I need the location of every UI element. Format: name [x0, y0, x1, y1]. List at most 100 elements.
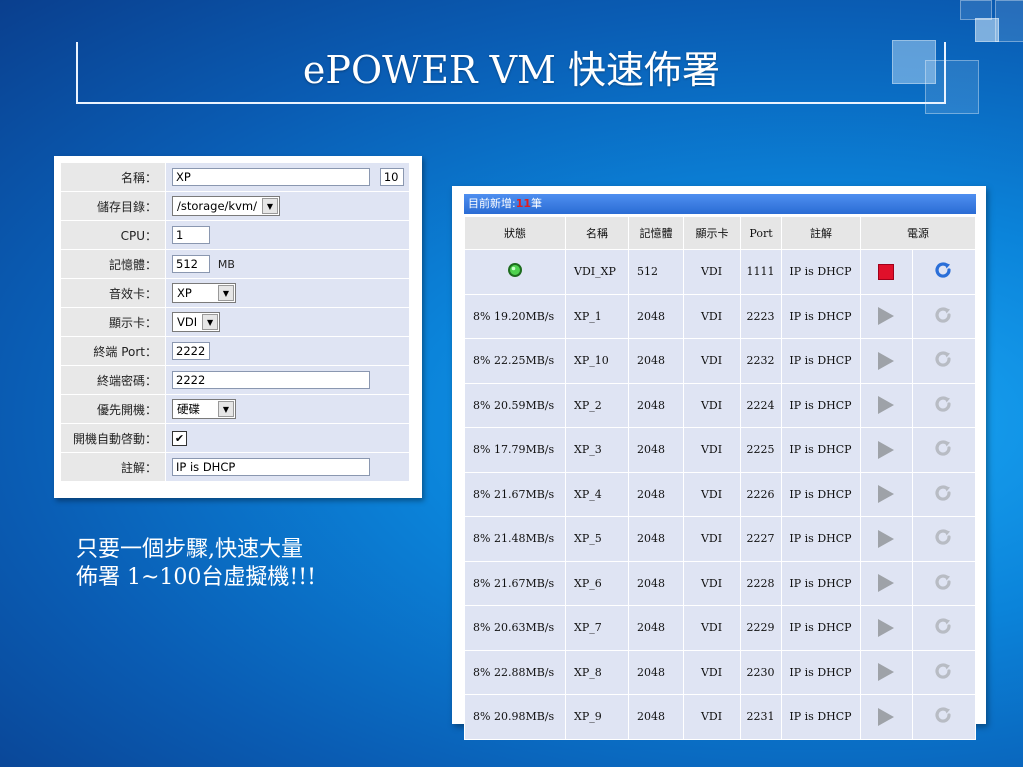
table-row[interactable]: 8% 22.88MB/s XP_8 2048 VDI 2230 IP is DHCP	[464, 649, 977, 695]
play-icon[interactable]	[877, 396, 894, 415]
restart-icon[interactable]	[933, 483, 953, 506]
display-select[interactable]: VDI ▼	[172, 312, 221, 332]
display-label: 顯示卡：	[60, 307, 166, 337]
name-cell: XP_8	[565, 649, 629, 695]
count-input[interactable]: 10	[379, 168, 404, 186]
name-label: 名稱：	[60, 162, 166, 192]
note-cell: IP is DHCP	[781, 560, 861, 606]
table-row[interactable]: 8% 20.98MB/s XP_9 2048 VDI 2231 IP is DHCP	[464, 694, 977, 740]
power-cell	[860, 293, 913, 339]
play-icon[interactable]	[877, 307, 894, 326]
restart-cell	[911, 605, 977, 651]
play-icon[interactable]	[877, 618, 894, 637]
boot-label: 優先開機：	[60, 394, 166, 424]
name-cell: XP_9	[565, 694, 629, 740]
stop-icon[interactable]	[877, 263, 894, 280]
status-cell: 8% 20.59MB/s	[464, 382, 566, 428]
running-led-icon	[507, 262, 523, 281]
autostart-checkbox[interactable]: ✔	[172, 430, 187, 446]
table-row[interactable]: 8% 22.25MB/s XP_10 2048 VDI 2232 IP is DHCP	[464, 338, 977, 384]
table-row[interactable]: VDI_XP 512 VDI 1111 IP is DHCP	[464, 249, 977, 295]
vm-count-suffix: 筆	[531, 197, 543, 210]
col-display: 顯示卡	[683, 216, 741, 250]
display-cell: VDI	[683, 338, 741, 384]
status-cell: 8% 22.88MB/s	[464, 649, 566, 695]
power-cell	[860, 516, 913, 562]
play-icon[interactable]	[877, 351, 894, 370]
chevron-down-icon[interactable]: ▼	[261, 198, 278, 214]
vm-form: 名稱： XP 10 儲存目錄： /storage/kvm/ ▼ CPU： 1 記…	[60, 162, 410, 482]
vm-count-prefix: 目前新增:	[468, 197, 516, 210]
status-cell: 8% 21.67MB/s	[464, 560, 566, 606]
boot-select[interactable]: 硬碟 ▼	[172, 399, 236, 419]
restart-icon[interactable]	[933, 572, 953, 595]
storage-select[interactable]: /storage/kvm/ ▼	[172, 196, 280, 216]
note-cell: IP is DHCP	[781, 338, 861, 384]
status-cell	[464, 249, 566, 295]
chevron-down-icon[interactable]: ▼	[202, 314, 219, 330]
port-cell: 2232	[740, 338, 782, 384]
col-memory: 記憶體	[628, 216, 684, 250]
restart-icon[interactable]	[933, 394, 953, 417]
port-cell: 2229	[740, 605, 782, 651]
play-icon[interactable]	[877, 529, 894, 548]
display-cell: VDI	[683, 560, 741, 606]
memory-cell: 2048	[628, 382, 684, 428]
port-input[interactable]: 2222	[172, 342, 210, 360]
table-row[interactable]: 8% 21.67MB/s XP_6 2048 VDI 2228 IP is DHCP	[464, 560, 977, 606]
restart-icon[interactable]	[933, 527, 953, 550]
memory-input[interactable]: 512	[172, 255, 210, 273]
port-cell: 2227	[740, 516, 782, 562]
restart-icon[interactable]	[933, 661, 953, 684]
table-row[interactable]: 8% 21.48MB/s XP_5 2048 VDI 2227 IP is DHCP	[464, 516, 977, 562]
chevron-down-icon[interactable]: ▼	[218, 285, 234, 301]
play-icon[interactable]	[877, 485, 894, 504]
restart-icon[interactable]	[933, 305, 953, 328]
power-cell	[860, 560, 913, 606]
table-row[interactable]: 8% 20.63MB/s XP_7 2048 VDI 2229 IP is DHCP	[464, 605, 977, 651]
memory-cell: 512	[628, 249, 684, 295]
port-cell: 2224	[740, 382, 782, 428]
name-cell: XP_3	[565, 427, 629, 473]
name-input[interactable]: XP	[172, 168, 370, 186]
table-row[interactable]: 8% 20.59MB/s XP_2 2048 VDI 2224 IP is DHCP	[464, 382, 977, 428]
page-title: ePOWER VM 快速佈署	[302, 48, 721, 92]
note-cell: IP is DHCP	[781, 293, 861, 339]
restart-icon[interactable]	[933, 438, 953, 461]
note-input[interactable]: IP is DHCP	[172, 458, 370, 476]
play-icon[interactable]	[877, 707, 894, 726]
memory-cell: 2048	[628, 471, 684, 517]
restart-icon[interactable]	[933, 616, 953, 639]
restart-icon[interactable]	[933, 705, 953, 728]
note-cell: IP is DHCP	[781, 427, 861, 473]
table-row[interactable]: 8% 21.67MB/s XP_4 2048 VDI 2226 IP is DHCP	[464, 471, 977, 517]
password-input[interactable]: 2222	[172, 371, 370, 389]
port-cell: 2226	[740, 471, 782, 517]
status-cell: 8% 20.98MB/s	[464, 694, 566, 740]
name-cell: XP_6	[565, 560, 629, 606]
table-row[interactable]: 8% 17.79MB/s XP_3 2048 VDI 2225 IP is DHCP	[464, 427, 977, 473]
vm-list-panel: 目前新增:11筆 狀態 名稱 記憶體 顯示卡 Port 註解 電源 VDI_XP…	[452, 186, 986, 740]
display-cell: VDI	[683, 427, 741, 473]
vm-form-panel: 名稱： XP 10 儲存目錄： /storage/kvm/ ▼ CPU： 1 記…	[54, 156, 422, 498]
play-icon[interactable]	[877, 440, 894, 459]
memory-cell: 2048	[628, 427, 684, 473]
restart-icon[interactable]	[933, 260, 953, 283]
play-icon[interactable]	[877, 574, 894, 593]
table-row[interactable]: 8% 19.20MB/s XP_1 2048 VDI 2223 IP is DHCP	[464, 293, 977, 339]
port-cell: 2230	[740, 649, 782, 695]
play-icon[interactable]	[877, 663, 894, 682]
decor-square	[960, 0, 992, 20]
col-name: 名稱	[565, 216, 629, 250]
slogan-line-1: 只要一個步驟,快速大量	[76, 537, 303, 562]
display-cell: VDI	[683, 382, 741, 428]
cpu-input[interactable]: 1	[172, 226, 210, 244]
power-cell	[860, 427, 913, 473]
memory-cell: 2048	[628, 293, 684, 339]
status-cell: 8% 22.25MB/s	[464, 338, 566, 384]
restart-cell	[911, 338, 977, 384]
restart-icon[interactable]	[933, 349, 953, 372]
display-cell: VDI	[683, 649, 741, 695]
sound-select[interactable]: XP ▼	[172, 283, 236, 303]
chevron-down-icon[interactable]: ▼	[218, 401, 234, 417]
